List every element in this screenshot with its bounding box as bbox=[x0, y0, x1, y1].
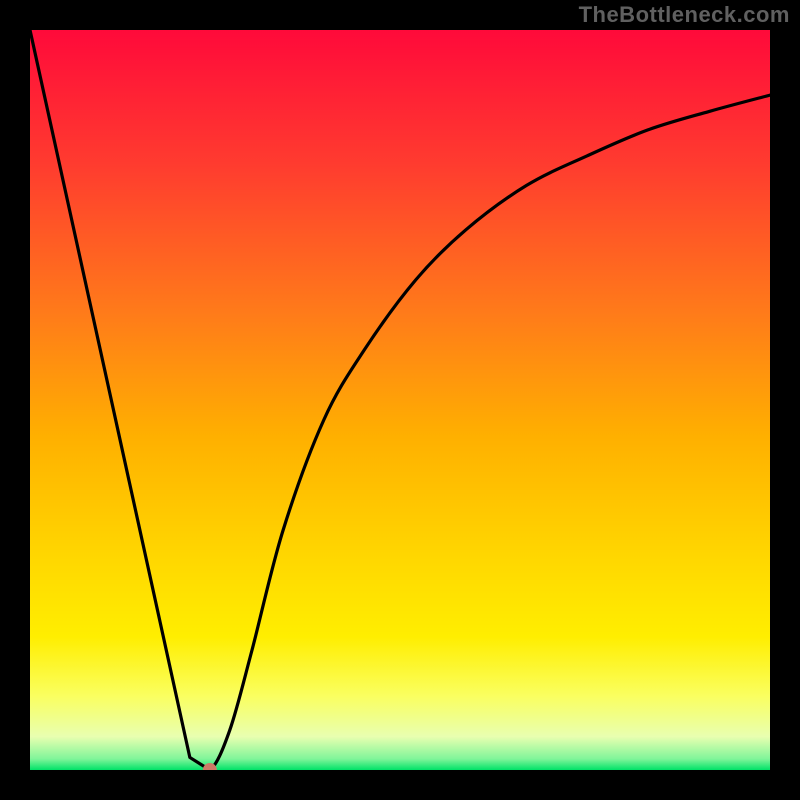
chart-svg bbox=[30, 30, 770, 770]
chart-frame: TheBottleneck.com bbox=[0, 0, 800, 800]
bottleneck-curve bbox=[30, 30, 770, 770]
plot-area bbox=[30, 30, 770, 770]
watermark: TheBottleneck.com bbox=[579, 2, 790, 28]
